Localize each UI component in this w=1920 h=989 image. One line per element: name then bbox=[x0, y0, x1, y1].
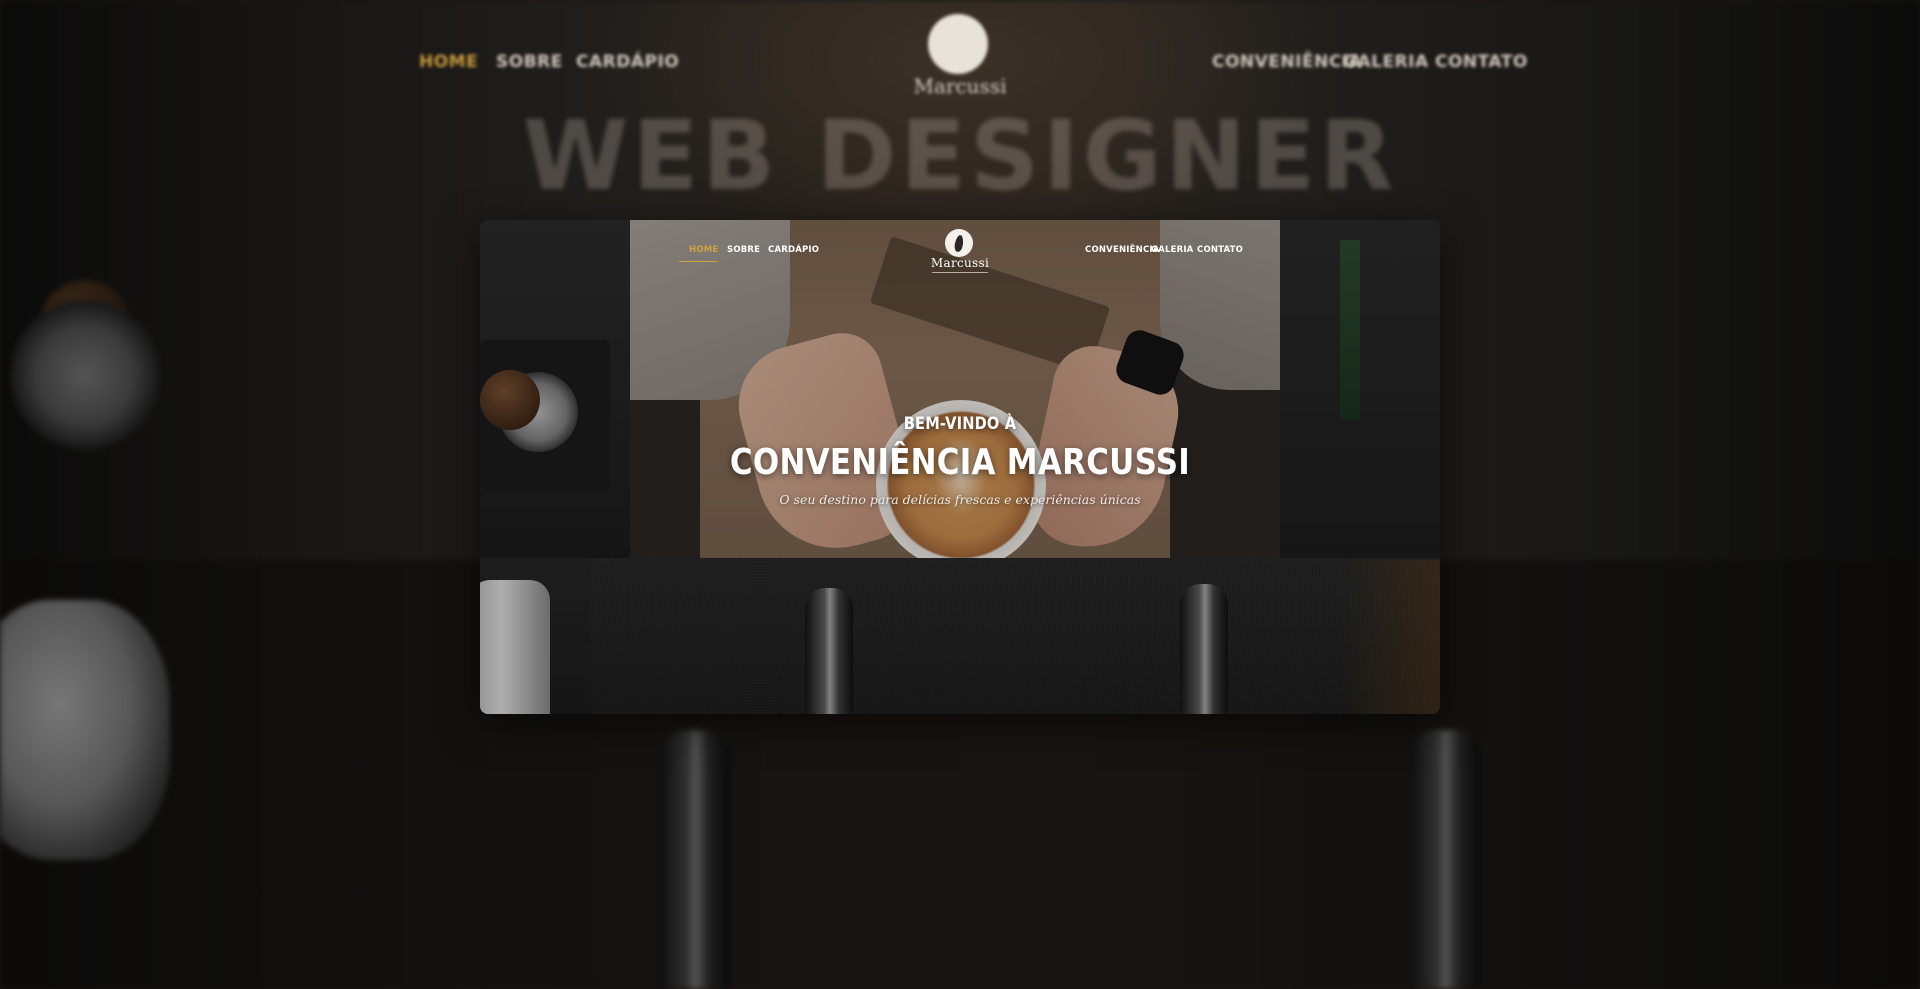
coffee-bean-shape bbox=[953, 233, 965, 253]
coffee-bean-icon[interactable] bbox=[945, 229, 973, 257]
background-nav-sobre: SOBRE bbox=[496, 52, 563, 72]
hero-kicker: BEM-VINDO À bbox=[903, 414, 1017, 434]
nav-conveniencia-link[interactable]: CONVENIÊNCIA bbox=[1085, 245, 1160, 255]
logo-rule bbox=[932, 272, 988, 273]
background-nav-cardapio: CARDÁPIO bbox=[576, 52, 680, 72]
nav-active-underline bbox=[679, 261, 717, 262]
nav-sobre-link[interactable]: SOBRE bbox=[727, 245, 760, 255]
site-nav: HOME SOBRE CARDÁPIO Marcussi CONVENIÊNCI… bbox=[480, 220, 1440, 280]
logo-text[interactable]: Marcussi bbox=[920, 256, 1000, 270]
nav-home-link[interactable]: HOME bbox=[689, 245, 718, 255]
hero-title: CONVENIÊNCIA MARCUSSI bbox=[729, 442, 1191, 483]
nav-galeria-link[interactable]: GALERIA bbox=[1151, 245, 1193, 255]
background-nav-conveniencia: CONVENIÊNCIA bbox=[1212, 52, 1363, 72]
background-nav-home: HOME bbox=[419, 52, 479, 72]
background-nav-galeria: GALERIA bbox=[1343, 52, 1429, 72]
background-heading: WEB DESIGNER bbox=[522, 100, 1398, 212]
background-logo-icon bbox=[928, 14, 988, 74]
hero-subtitle: O seu destino para delícias frescas e ex… bbox=[779, 492, 1141, 507]
background-logo-text: Marcussi bbox=[913, 74, 1007, 98]
nav-contato-link[interactable]: CONTATO bbox=[1197, 245, 1243, 255]
background-nav-contato: CONTATO bbox=[1435, 52, 1528, 72]
nav-cardapio-link[interactable]: CARDÁPIO bbox=[768, 245, 819, 255]
website-preview[interactable]: HOME SOBRE CARDÁPIO Marcussi CONVENIÊNCI… bbox=[480, 220, 1440, 714]
